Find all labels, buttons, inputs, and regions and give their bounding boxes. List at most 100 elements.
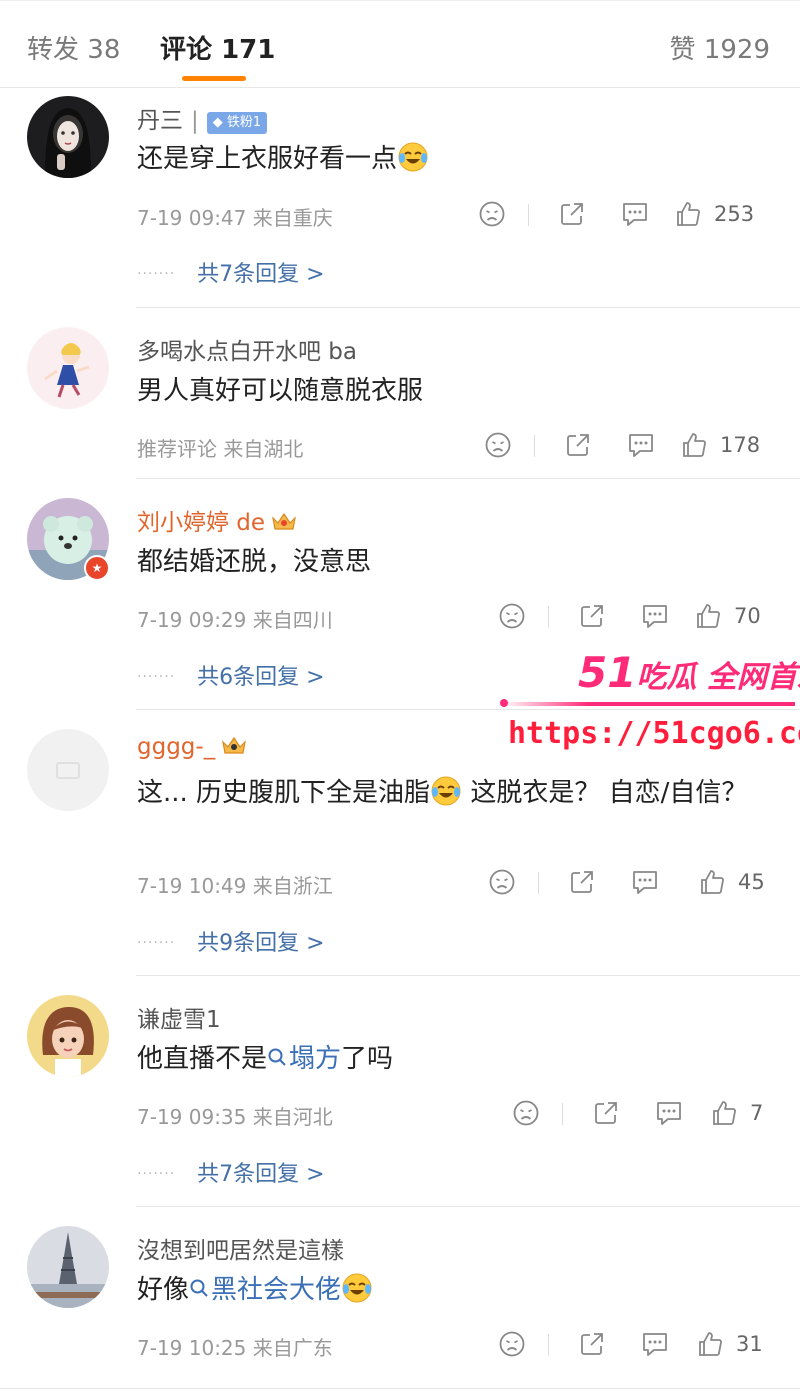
replies-label: 共7条回复 > [197, 1162, 325, 1187]
topic-link[interactable]: 塌方 [267, 1044, 341, 1074]
comment-icon[interactable] [654, 1099, 684, 1129]
view-replies-link[interactable]: ······· 共9条回复 > [137, 925, 325, 957]
avatar[interactable] [27, 327, 109, 409]
action-divider [528, 204, 529, 226]
tab-comments-count: 171 [221, 35, 276, 65]
watermark-logo: 51吃瓜 全网首发 [578, 648, 800, 697]
view-replies-link[interactable]: ······· 共6条回复 > [137, 659, 325, 691]
avatar[interactable] [27, 729, 109, 811]
like-icon[interactable] [694, 602, 722, 632]
like-icon[interactable] [710, 1099, 738, 1129]
avatar[interactable] [27, 995, 109, 1077]
search-icon [190, 1279, 208, 1297]
username[interactable]: 谦虚雪1 [137, 1000, 221, 1034]
username[interactable]: 丹三 | ◆ 铁粉1 [137, 101, 268, 135]
comment-actions: 70 [496, 602, 772, 632]
like-count: 70 [734, 604, 761, 628]
username[interactable]: 多喝水点白开水吧 ba [137, 332, 357, 366]
crown-badge-icon [222, 736, 247, 754]
comment-actions: 7 [510, 1099, 772, 1129]
comment-icon[interactable] [640, 602, 670, 632]
comment-text-body: 还是穿上衣服好看一点 [137, 144, 398, 174]
view-replies-link[interactable]: ······· 共7条回复 > [137, 256, 325, 288]
topic-link-label: 黑社会大佬 [211, 1275, 342, 1305]
topic-link[interactable]: 黑社会大佬 [189, 1275, 341, 1305]
comment-meta: 7-19 10:49 来自浙江 [137, 874, 333, 898]
fan-badge-label: 铁粉1 [226, 115, 262, 130]
comment-icon[interactable] [620, 200, 650, 230]
like-count: 253 [714, 202, 755, 226]
dislike-icon[interactable] [512, 1099, 540, 1129]
divider [136, 709, 800, 710]
comment-actions: 31 [496, 1330, 772, 1360]
comment-meta: 7-19 09:29 来自四川 [137, 608, 333, 632]
comment-text-part: 了吗 [341, 1044, 394, 1074]
comment-text: 男人真好可以随意脱衣服 [137, 376, 424, 406]
watermark-logo-text: 吃瓜 全网首发 [636, 660, 800, 695]
share-icon[interactable] [578, 1330, 606, 1360]
like-icon[interactable] [680, 431, 708, 461]
share-icon[interactable] [578, 602, 606, 632]
tab-comments-label: 评论 [160, 35, 213, 65]
comment-meta: 7-19 10:25 来自广东 [137, 1336, 333, 1360]
like-icon[interactable] [698, 868, 726, 898]
avatar[interactable] [27, 1226, 109, 1308]
share-icon[interactable] [558, 200, 586, 230]
like-icon[interactable] [674, 200, 702, 230]
comment-text: 这... 历史腹肌下全是油脂 这脱衣是？ 自恋/自信？ [137, 772, 777, 814]
dislike-icon[interactable] [478, 200, 506, 230]
comment-actions: 45 [486, 868, 772, 898]
comment-meta: 7-19 09:35 来自河北 [137, 1105, 333, 1129]
vip-badge-icon: ★ [84, 555, 110, 581]
username[interactable]: gggg-_ [137, 734, 247, 760]
username[interactable]: 沒想到吧居然是這樣 [137, 1231, 344, 1265]
dislike-icon[interactable] [498, 1330, 526, 1360]
tab-repost[interactable]: 转发 38 [27, 29, 120, 66]
fan-badge: ◆ 铁粉1 [206, 112, 268, 134]
divider [136, 478, 800, 479]
watermark-line [500, 702, 795, 706]
crying-laughing-emoji-icon [398, 142, 428, 172]
divider [136, 975, 800, 976]
username[interactable]: 刘小婷婷 de [137, 503, 297, 537]
share-icon[interactable] [564, 431, 592, 461]
tab-likes-label: 赞 [669, 35, 696, 65]
crying-laughing-emoji-icon [431, 776, 461, 806]
comment-text: 好像 黑社会大佬 [137, 1269, 777, 1311]
tab-comments[interactable]: 评论 171 [160, 29, 275, 66]
comment-text: 都结婚还脱，没意思 [137, 547, 372, 577]
comment-icon[interactable] [640, 1330, 670, 1360]
comment-text-part: 他直播不是 [137, 1044, 268, 1074]
share-icon[interactable] [568, 868, 596, 898]
action-divider [548, 606, 549, 628]
username-separator: | [191, 108, 199, 134]
crying-laughing-emoji-icon [342, 1273, 372, 1303]
username-text: 丹三 [137, 108, 183, 134]
tab-repost-count: 38 [87, 35, 121, 65]
dots-icon: ······· [137, 935, 176, 951]
avatar[interactable] [27, 96, 109, 178]
divider [0, 1388, 800, 1389]
action-divider [538, 872, 539, 894]
replies-label: 共9条回复 > [197, 931, 325, 956]
action-divider [548, 1334, 549, 1356]
watermark-url: https://51cgo6.com [508, 716, 800, 751]
dislike-icon[interactable] [488, 868, 516, 898]
dislike-icon[interactable] [498, 602, 526, 632]
comment-icon[interactable] [630, 868, 660, 898]
like-icon[interactable] [696, 1330, 724, 1360]
search-icon [268, 1048, 286, 1066]
dots-icon: ······· [137, 266, 176, 282]
dislike-icon[interactable] [484, 431, 512, 461]
tab-likes[interactable]: 赞 1929 [670, 29, 770, 66]
comment-icon[interactable] [626, 431, 656, 461]
action-divider [534, 435, 535, 457]
view-replies-link[interactable]: ······· 共7条回复 > [137, 1156, 325, 1188]
username-text: gggg-_ [137, 734, 216, 760]
share-icon[interactable] [592, 1099, 620, 1129]
comment-text-part: 这脱衣是？ 自恋/自信？ [462, 778, 748, 808]
comment-text-part: 这... 历史腹肌下全是油脂 [137, 778, 431, 808]
comment-text: 还是穿上衣服好看一点 [137, 138, 777, 180]
like-count: 178 [720, 433, 761, 457]
dots-icon: ······· [137, 669, 176, 685]
